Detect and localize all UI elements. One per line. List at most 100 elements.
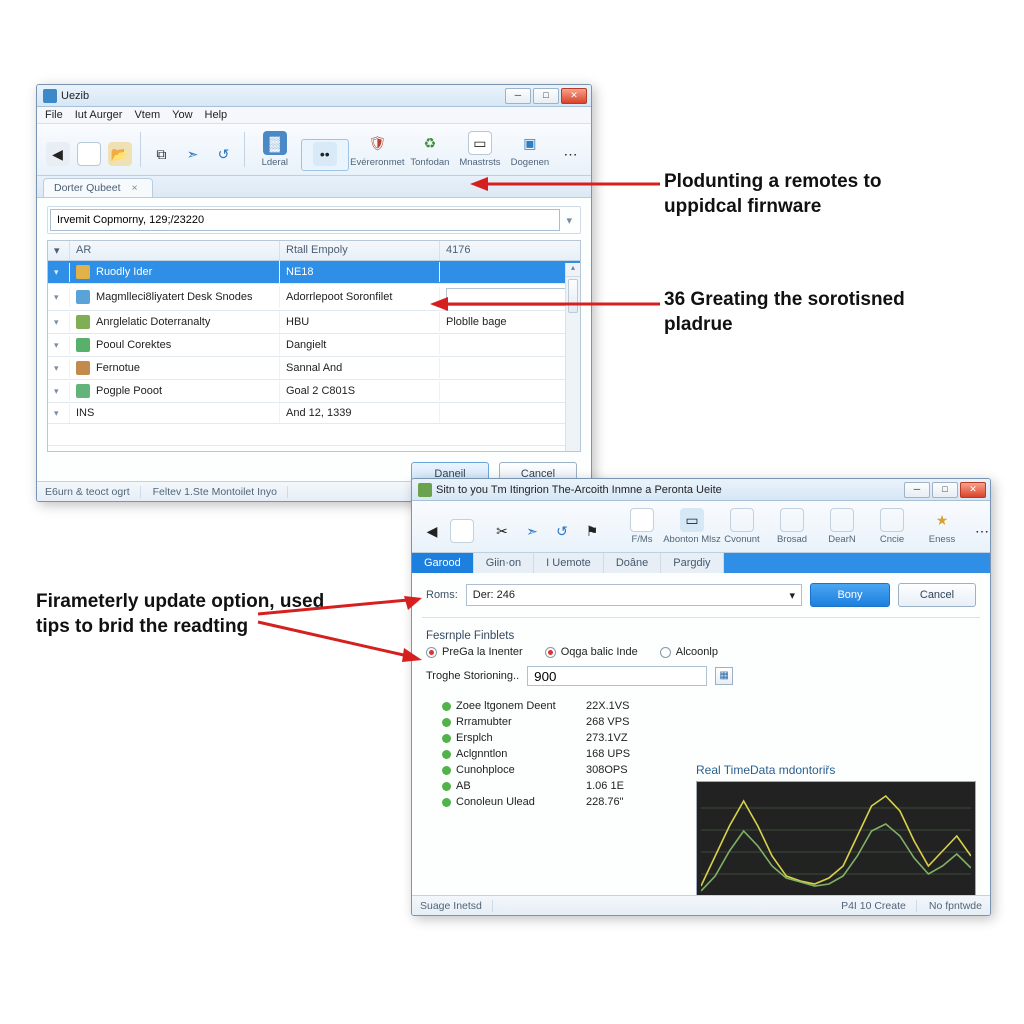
- table-row[interactable]: ▾Anrglelatic DoterranaltyHBUPloblle bage: [48, 311, 580, 334]
- tool-monitor[interactable]: ▭Mnastrsts: [456, 128, 504, 171]
- tab-gimon[interactable]: Giin·on: [474, 553, 534, 573]
- status-led-icon: [442, 734, 451, 743]
- tool-new[interactable]: [74, 139, 103, 171]
- menu-file[interactable]: File: [45, 109, 63, 121]
- status-led-icon: [442, 750, 451, 759]
- tool-files[interactable]: F/Ms: [618, 505, 666, 548]
- tool-library[interactable]: ▓Lderal: [251, 128, 299, 171]
- close-button[interactable]: ✕: [561, 88, 587, 104]
- table-row[interactable]: ▾Pogple PoootGoal 2 C801S: [48, 380, 580, 403]
- minimize-button[interactable]: ─: [904, 482, 930, 498]
- table-row[interactable]: ▾INSAnd 12, 1339: [48, 403, 580, 424]
- tool-refresh[interactable]: ↺: [209, 139, 238, 171]
- rom-select[interactable]: Der: 246 ▾: [466, 584, 802, 606]
- filter-input[interactable]: [50, 209, 560, 231]
- menu-view[interactable]: Vtem: [134, 109, 160, 121]
- status-cell-1: E6urn & teoct ogrt: [45, 486, 141, 498]
- tab-close-icon[interactable]: ×: [131, 182, 137, 194]
- tool-send[interactable]: ➣: [178, 139, 207, 171]
- maximize-button[interactable]: □: [932, 482, 958, 498]
- tab-general[interactable]: Garood: [412, 553, 474, 573]
- row-icon: [76, 290, 90, 304]
- arrow-icon: [470, 174, 660, 194]
- tool-circle[interactable]: Cncie: [868, 505, 916, 548]
- row-icon: [76, 361, 90, 375]
- document-tab[interactable]: Dorter Qubeet ×: [43, 178, 153, 197]
- tab-remote[interactable]: I Uemote: [534, 553, 604, 573]
- col2-head[interactable]: Rtall Empoly: [280, 241, 440, 260]
- radio-dot-icon: [660, 647, 671, 658]
- data-grid[interactable]: ▾ AR Rtall Empoly 4176 ▾Ruodly IderNE18▾…: [47, 240, 581, 452]
- row-icon: [76, 384, 90, 398]
- tool-broad[interactable]: Brosad: [768, 505, 816, 548]
- cancel-button[interactable]: Cancel: [898, 583, 976, 607]
- tool-star[interactable]: ★Eness: [918, 505, 966, 548]
- app-icon: [43, 89, 57, 103]
- tool-selected[interactable]: ••: [301, 139, 349, 171]
- tool-env[interactable]: 🛡Evéreronmet: [351, 128, 404, 171]
- chart-title: Real TimeData mdontoriřs: [696, 763, 976, 777]
- tool-flag[interactable]: ⚑: [578, 516, 606, 548]
- metric-list: Zoee ltgonem Deent22X.1VSRrramubter268 V…: [442, 698, 656, 810]
- tab-pargdiy[interactable]: Pargdiy: [661, 553, 723, 573]
- close-button[interactable]: ✕: [960, 482, 986, 498]
- maximize-button[interactable]: □: [533, 88, 559, 104]
- arrow-icon: [258, 596, 428, 666]
- run-button[interactable]: Bony: [810, 583, 890, 607]
- status-led-icon: [442, 782, 451, 791]
- tool-copy[interactable]: ⧉: [147, 139, 176, 171]
- interval-label: Troghe Storioninɡ..: [426, 670, 519, 682]
- rom-select-value: Der: 246: [473, 589, 515, 601]
- tool-back[interactable]: ◀: [43, 139, 72, 171]
- tool-back[interactable]: ◀: [418, 516, 446, 548]
- radio-option-2[interactable]: Oqga balic Inde: [545, 646, 638, 658]
- radio-option-1[interactable]: PreGa la Inenter: [426, 646, 523, 658]
- radio-group: PreGa la Inenter Oqga balic Inde Alcoonl…: [426, 646, 976, 658]
- tab-done[interactable]: Doâne: [604, 553, 661, 573]
- annotation-1: Plodunting a remotes to uppidcal firnwar…: [664, 170, 964, 219]
- tool-dear[interactable]: DearN: [818, 505, 866, 548]
- tool-cut[interactable]: ✂: [488, 516, 516, 548]
- tool-account[interactable]: Cvonunt: [718, 505, 766, 548]
- table-row[interactable]: ▾Ruodly IderNE18: [48, 261, 580, 284]
- table-row[interactable]: ▾Pooul CorektesDangielt: [48, 334, 580, 357]
- metric-row: Cunohploce308OPS: [442, 762, 656, 778]
- menubar: File Iut Aurger Vtem Yow Help: [37, 107, 591, 124]
- grid-header: ▾ AR Rtall Empoly 4176: [48, 241, 580, 261]
- menu-help[interactable]: Help: [205, 109, 228, 121]
- tool-abandon[interactable]: ▭Abonton Mlsz: [668, 505, 716, 548]
- table-row[interactable]: ▾FernotueSannal And: [48, 357, 580, 380]
- menu-edit[interactable]: Iut Aurger: [75, 109, 123, 121]
- metric-row: Zoee ltgonem Deent22X.1VS: [442, 698, 656, 714]
- col3-head[interactable]: 4176: [440, 241, 580, 260]
- vertical-scrollbar[interactable]: ▴: [565, 263, 580, 451]
- tool-arrow[interactable]: ➣: [518, 516, 546, 548]
- status-right-1: P4I 10 Create: [841, 900, 917, 912]
- tool-deploy[interactable]: ▣Dogenen: [506, 128, 554, 171]
- row-icon: [76, 265, 90, 279]
- tool-config[interactable]: ♻Tonfodan: [406, 128, 454, 171]
- minimize-button[interactable]: ─: [505, 88, 531, 104]
- window-title: Sitn to you Tm Itingrion The-Arcoith Inm…: [436, 484, 722, 496]
- tool-overflow[interactable]: ⋯: [968, 516, 991, 548]
- metric-row: Conoleun Ulead228.76": [442, 794, 656, 810]
- col1-head[interactable]: AR: [70, 241, 280, 260]
- section-title: Fesrnple Finblets: [426, 630, 976, 642]
- tool-overflow[interactable]: ⋯: [556, 139, 585, 171]
- radio-option-3[interactable]: Alcoonlp: [660, 646, 718, 658]
- metric-row: Rrramubter268 VPS: [442, 714, 656, 730]
- row-icon: [76, 315, 90, 329]
- tool-refresh[interactable]: ↺: [548, 516, 576, 548]
- menu-tools[interactable]: Yow: [172, 109, 192, 121]
- status-led-icon: [442, 798, 451, 807]
- calendar-icon[interactable]: ▦: [715, 667, 733, 685]
- status-left: Suage Inetsd: [420, 900, 493, 912]
- expand-col-head: ▾: [48, 241, 70, 260]
- metric-row: Ersplch273.1VZ: [442, 730, 656, 746]
- titlebar: Sitn to you Tm Itingrion The-Arcoith Inm…: [412, 479, 990, 501]
- status-right-2: No fpntwde: [929, 900, 982, 912]
- tool-new[interactable]: [448, 516, 476, 548]
- dropdown-icon[interactable]: ▾: [560, 214, 578, 227]
- tool-open[interactable]: 📂: [105, 139, 134, 171]
- interval-input[interactable]: [527, 666, 707, 686]
